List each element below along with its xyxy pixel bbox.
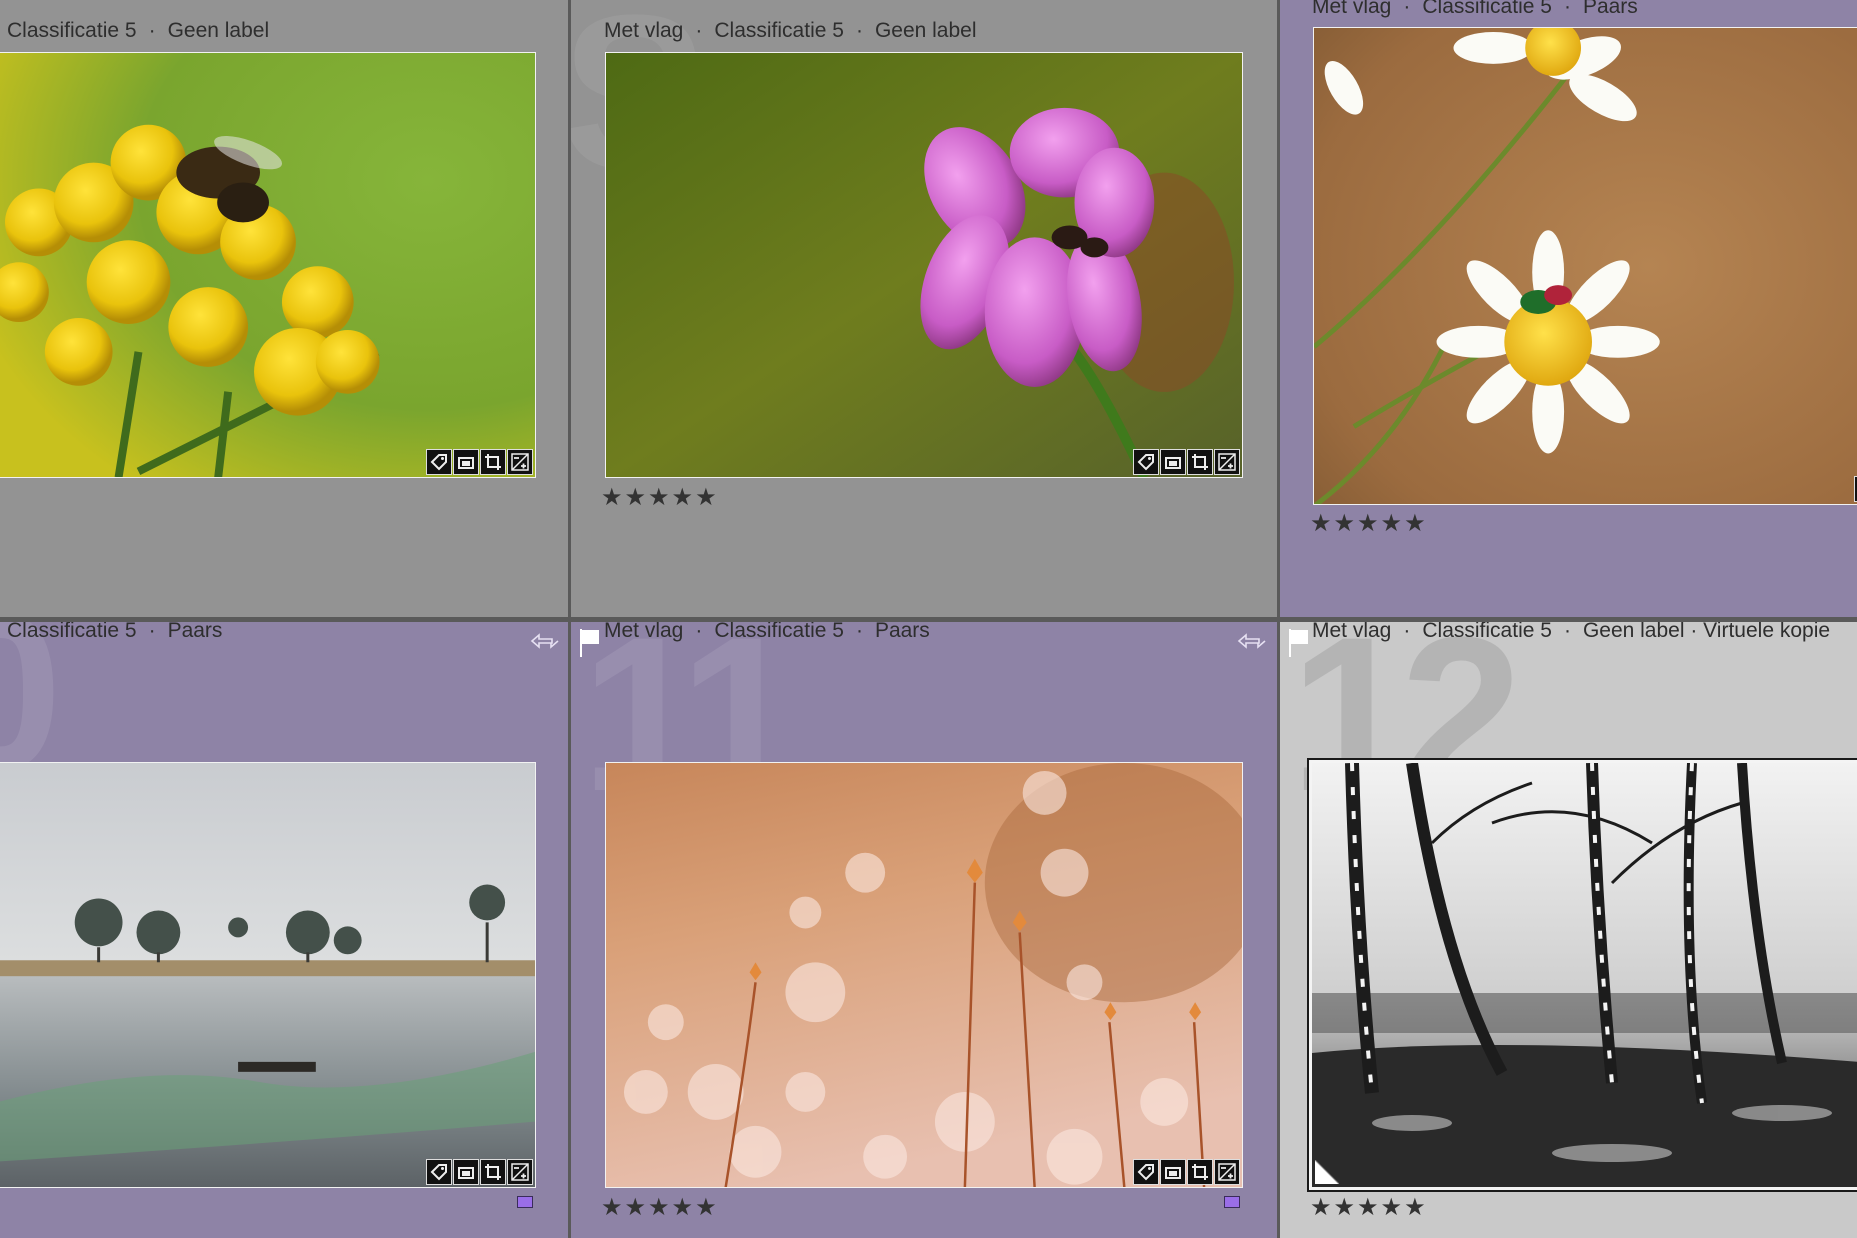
collection-badge-icon[interactable] [453, 449, 479, 475]
chamomile-wasp-photo [1314, 28, 1857, 504]
cell-metadata: Classificatie 5 · Geen label [7, 19, 270, 42]
collection-badge-icon[interactable] [453, 1159, 479, 1185]
cell-metadata: Met vlag · Classificatie 5 · Paars [604, 622, 930, 642]
flag-icon[interactable] [1288, 628, 1310, 658]
photo-thumbnail[interactable] [0, 762, 536, 1188]
cell-metadata: Met vlag · Classificatie 5 · Geen label · Vi… [1312, 622, 1831, 642]
keyword-badge-icon[interactable] [1133, 1159, 1159, 1185]
tansy-bee-photo [0, 53, 535, 477]
develop-badge-icon[interactable] [1214, 1159, 1240, 1185]
photo-thumbnail[interactable] [1313, 27, 1857, 505]
rating-stars[interactable]: ★★★★★ [601, 1193, 719, 1221]
photo-thumbnail[interactable] [605, 52, 1243, 478]
grid-cell-6[interactable]: 12 Met vlag · Classificatie 5 · Geen label ·… [1280, 622, 1857, 1238]
rating-stars[interactable]: ★★★★★ [1310, 1193, 1428, 1221]
birch-forest-bw-photo [1312, 763, 1857, 1187]
thumbnail-badges [426, 1159, 533, 1185]
thumbnail-badges [1133, 1159, 1240, 1185]
thumbnail-badges [426, 449, 533, 475]
misty-lake-photo [0, 763, 535, 1187]
grid-cell-3[interactable]: Met vlag · Classificatie 5 · Paars ★★★★★ [1280, 0, 1857, 617]
collection-badge-icon[interactable] [1160, 1159, 1186, 1185]
develop-badge-icon[interactable] [507, 449, 533, 475]
color-label-swatch[interactable] [517, 1196, 533, 1208]
photo-thumbnail[interactable] [0, 52, 536, 478]
cell-metadata: Met vlag · Classificatie 5 · Paars [1312, 0, 1638, 18]
rating-stars[interactable]: ★★★★★ [601, 483, 719, 511]
cell-metadata: Met vlag · Classificatie 5 · Geen label [604, 19, 977, 42]
grid-cell-4[interactable]: 0 Classificatie 5·Paars [0, 622, 568, 1238]
keyword-badge-icon[interactable] [426, 1159, 452, 1185]
grid-cell-5[interactable]: 11 Met vlag · Classificatie 5 · Paars ★★… [571, 622, 1277, 1238]
rotate-arrows-icon[interactable] [530, 632, 560, 650]
keyword-badge-icon[interactable] [1133, 449, 1159, 475]
crop-badge-icon[interactable] [480, 449, 506, 475]
rating-stars[interactable]: ★★★★★ [1310, 509, 1428, 537]
flag-icon[interactable] [579, 628, 601, 658]
keyword-badge-icon[interactable] [426, 449, 452, 475]
grid-cell-1[interactable]: Classificatie 5 · Geen label [0, 0, 568, 617]
crop-badge-icon[interactable] [1187, 1159, 1213, 1185]
virtual-copy-corner-icon [1315, 1160, 1339, 1184]
develop-badge-icon[interactable] [507, 1159, 533, 1185]
grid-cell-2[interactable]: S Met vlag·Classificatie 5·Geen label [571, 0, 1277, 617]
photo-thumbnail[interactable] [1307, 758, 1857, 1192]
photo-thumbnail[interactable] [605, 762, 1243, 1188]
collection-badge-icon[interactable] [1160, 449, 1186, 475]
develop-badge-icon[interactable] [1214, 449, 1240, 475]
crop-badge-icon[interactable] [480, 1159, 506, 1185]
cell-metadata: Classificatie 5 · Paars [7, 622, 223, 642]
rotate-arrows-icon[interactable] [1237, 632, 1267, 650]
dewdrops-bokeh-photo [606, 763, 1242, 1187]
color-label-swatch[interactable] [1224, 1196, 1240, 1208]
heather-ant-photo [606, 53, 1242, 477]
thumbnail-badges [1133, 449, 1240, 475]
crop-badge-icon[interactable] [1187, 449, 1213, 475]
